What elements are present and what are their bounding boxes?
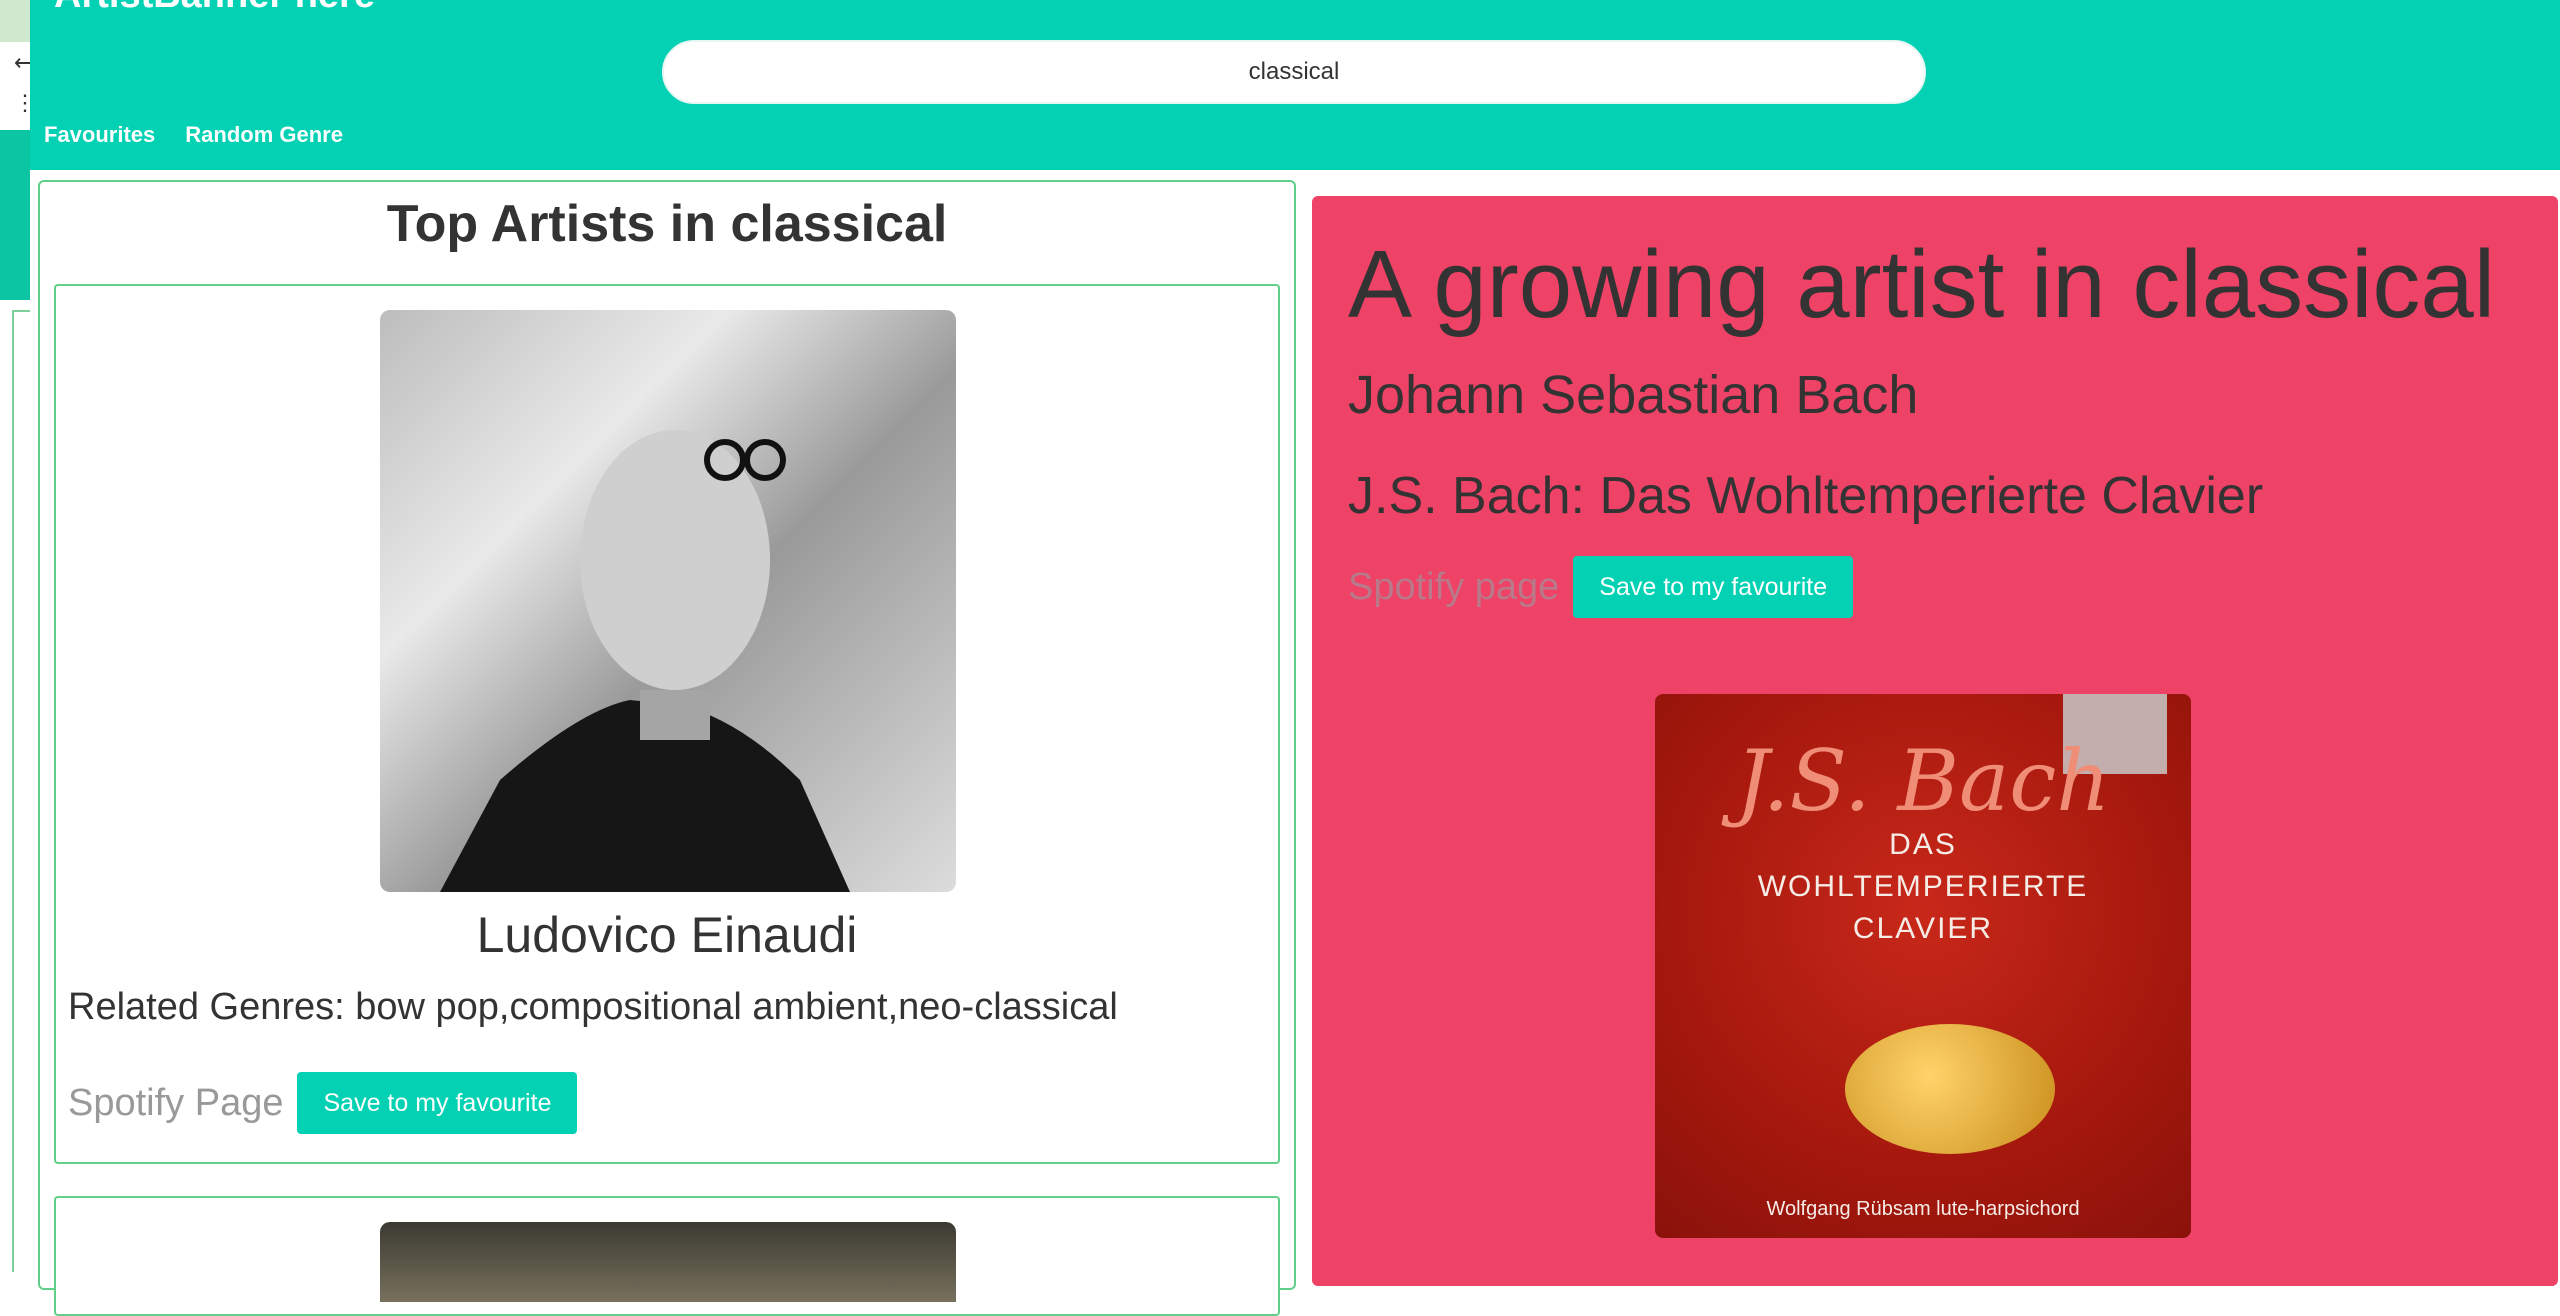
cover-subtitle: DAS WOHLTEMPERIERTE CLAVIER [1757, 828, 2089, 945]
artist-card [54, 1196, 1280, 1316]
album-actions: Spotify page Save to my favourite [1348, 556, 1854, 618]
growing-artist-heading: A growing artist in classical [1348, 231, 2496, 338]
cover-performer: Wolfgang Rübsam lute-harpsichord [1766, 1198, 2080, 1220]
top-artists-panel: Top Artists in classical Ludovico Einaud… [38, 180, 1296, 1316]
nav-bar: Favourites Random Genre [44, 122, 343, 148]
app-window: ArtistBanner here Favourites Random Genr… [30, 0, 2560, 1316]
album-title: J.S. Bach: Das Wohltemperierte Clavier [1348, 467, 2264, 525]
artist-name: Ludovico Einaudi [476, 907, 858, 963]
site-header: ArtistBanner here Favourites Random Genr… [30, 0, 2560, 170]
growing-artist-name: Johann Sebastian Bach [1348, 365, 1919, 425]
artist-actions: Spotify Page Save to my favourite [68, 1072, 578, 1134]
spotify-page-link[interactable]: Spotify Page [68, 1082, 283, 1125]
album-cover: J.S. Bach DAS WOHLTEMPERIERTE CLAVIER Wo… [1655, 694, 2191, 1238]
duck-illustration [1845, 1024, 2055, 1154]
search-input[interactable] [662, 40, 1926, 104]
artist-portrait-illustration [440, 430, 850, 892]
background-tab [0, 0, 30, 42]
related-genres: Related Genres: bow pop,compositional am… [68, 986, 1118, 1028]
site-brand[interactable]: ArtistBanner here [54, 0, 375, 17]
nav-favourites[interactable]: Favourites [44, 122, 155, 148]
top-artists-title: Top Artists in classical [386, 195, 948, 253]
background-header [0, 130, 30, 300]
background-window-strip: ⟵ ⋮ [0, 0, 46, 1276]
artist-photo [380, 310, 956, 892]
background-panel [12, 310, 30, 1272]
spotify-page-link[interactable]: Spotify page [1348, 566, 1559, 609]
artist-photo [380, 1222, 956, 1302]
growing-artist-panel: A growing artist in classical Johann Seb… [1312, 196, 2558, 1286]
save-favourite-button[interactable]: Save to my favourite [297, 1072, 578, 1134]
artist-card: Ludovico Einaudi Related Genres: bow pop… [54, 284, 1280, 1164]
cover-title: J.S. Bach [1735, 732, 2111, 830]
save-favourite-button[interactable]: Save to my favourite [1573, 556, 1854, 618]
nav-random-genre[interactable]: Random Genre [185, 122, 343, 148]
